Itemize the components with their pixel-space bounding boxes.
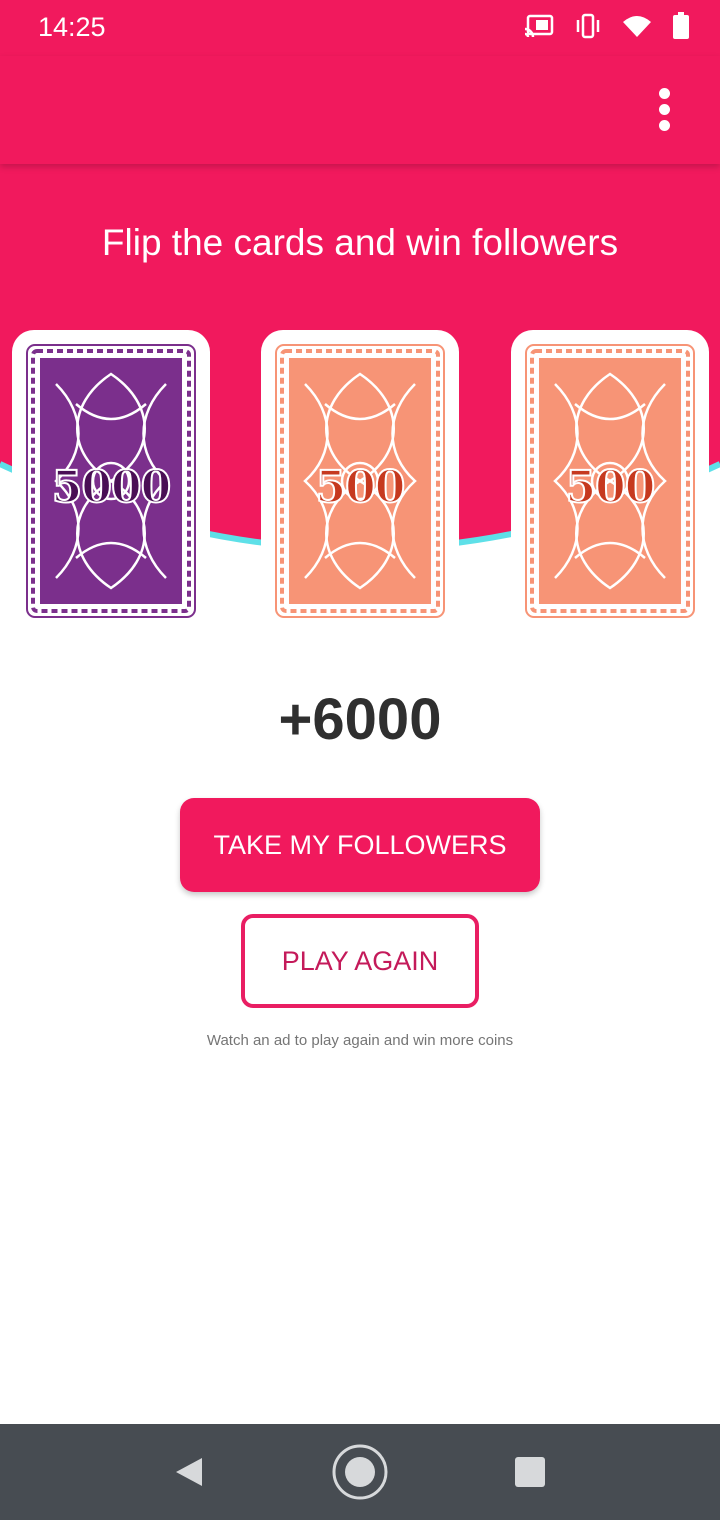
card-back: 500	[275, 344, 445, 618]
card-500-right[interactable]: 500	[511, 330, 709, 626]
card-500-middle[interactable]: 500	[261, 330, 459, 626]
card-value: 500	[565, 461, 657, 514]
back-icon[interactable]	[134, 1424, 244, 1520]
vibrate-icon	[574, 13, 602, 44]
card-back: 500	[525, 344, 695, 618]
card-5000[interactable]: 5000	[12, 330, 210, 626]
cast-icon	[524, 14, 554, 43]
home-icon[interactable]	[305, 1424, 415, 1520]
card-back: 5000	[26, 344, 196, 618]
total-followers: +6000	[278, 687, 442, 752]
play-again-button[interactable]: PLAY AGAIN	[241, 914, 479, 1008]
status-bar: 14:25	[0, 0, 720, 56]
more-vert-icon[interactable]	[650, 86, 680, 132]
status-icons	[524, 11, 690, 45]
card-value: 500	[315, 461, 407, 514]
status-time: 14:25	[38, 12, 106, 42]
system-nav-bar	[0, 1424, 720, 1520]
hint-text: Watch an ad to play again and win more c…	[206, 1032, 514, 1049]
card-value: 5000	[51, 461, 172, 514]
app-bar	[0, 56, 720, 164]
wifi-icon	[622, 14, 652, 43]
page-title: Flip the cards and win followers	[101, 222, 619, 263]
take-my-followers-button[interactable]: TAKE MY FOLLOWERS	[180, 798, 540, 892]
recents-icon[interactable]	[475, 1424, 585, 1520]
battery-icon	[672, 11, 690, 45]
